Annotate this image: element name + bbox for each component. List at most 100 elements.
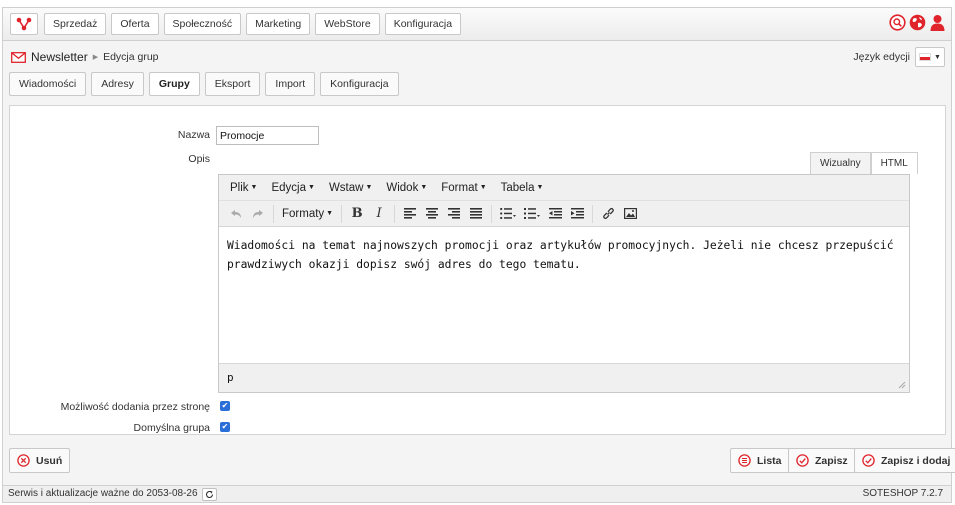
search-icon[interactable]: [889, 14, 906, 31]
indent-icon[interactable]: [566, 203, 588, 225]
save-and-add-button[interactable]: Zapisz i dodaj: [854, 448, 955, 473]
menu-widok[interactable]: Widok ▼: [380, 182, 433, 194]
undo-icon[interactable]: [225, 203, 247, 225]
align-left-icon[interactable]: [399, 203, 421, 225]
list-icon: [738, 454, 751, 467]
outdent-icon[interactable]: [544, 203, 566, 225]
rich-text-editor: Plik ▼ Edycja ▼ Wstaw ▼ Widok ▼ Format ▼ Tabe…: [218, 174, 910, 393]
menu-label: Plik: [230, 181, 249, 194]
save-button[interactable]: Zapisz: [788, 448, 856, 473]
save-label: Zapisz: [815, 454, 848, 467]
formats-label: Formaty: [282, 207, 325, 220]
section-tabs: Wiadomości Adresy Grupy Eksport Import K…: [9, 72, 399, 96]
tab-grupy[interactable]: Grupy: [148, 72, 200, 96]
globe-icon[interactable]: [909, 14, 926, 31]
menu-edycja[interactable]: Edycja ▼: [265, 182, 320, 194]
check-circle-icon: [862, 454, 875, 467]
editor-statusbar: p: [219, 363, 909, 392]
caret-down-icon: ▼: [420, 183, 428, 191]
checkmark-icon: ✔: [221, 422, 229, 431]
toolbar-separator: [491, 204, 493, 223]
caret-down-icon: ▼: [250, 183, 258, 191]
image-icon[interactable]: [619, 203, 641, 225]
menu-wstaw[interactable]: Wstaw ▼: [323, 182, 378, 194]
numbered-list-icon[interactable]: [520, 203, 544, 225]
language-selector: Język edycji ▼: [853, 47, 945, 67]
menu-label: Format: [441, 181, 478, 194]
element-path[interactable]: p: [227, 371, 234, 384]
bold-icon[interactable]: B: [346, 203, 368, 225]
caret-down-icon: ▼: [308, 183, 315, 191]
allow-subscription-checkbox[interactable]: ✔: [220, 401, 230, 411]
delete-button[interactable]: Usuń: [9, 448, 71, 473]
tab-eksport[interactable]: Eksport: [204, 72, 261, 96]
top-navigation-bar: Sprzedaż Oferta Społeczność Marketing We…: [3, 8, 951, 41]
menu-label: Widok: [386, 181, 419, 194]
tab-import[interactable]: Import: [265, 72, 316, 96]
footer-bar: Serwis i aktualizacje ważne do 2053-08-2…: [3, 485, 951, 502]
caret-down-icon: ▼: [536, 183, 544, 191]
tab-visual[interactable]: Wizualny: [810, 152, 871, 174]
toolbar-separator: [394, 204, 396, 223]
refresh-button[interactable]: [201, 488, 217, 501]
chevron-down-icon: ▼: [934, 53, 941, 61]
name-input[interactable]: [216, 126, 319, 145]
breadcrumb-module[interactable]: Newsletter: [31, 50, 88, 64]
allow-subscription-label: Możliwość dodania przez stronę: [60, 401, 210, 413]
envelope-icon: [11, 51, 26, 63]
menu-label: Edycja: [271, 181, 306, 194]
refresh-icon: [205, 490, 213, 498]
caret-down-icon: ▼: [326, 210, 334, 217]
check-circle-icon: [796, 454, 809, 467]
footer-left: Serwis i aktualizacje ważne do 2053-08-2…: [8, 486, 217, 502]
redo-icon[interactable]: [247, 203, 269, 225]
caret-down-icon: ▼: [365, 183, 373, 191]
name-label: Nazwa: [177, 129, 210, 141]
nav-webstore[interactable]: WebStore: [315, 13, 380, 35]
app-window: Sprzedaż Oferta Społeczność Marketing We…: [2, 7, 955, 503]
default-group-checkbox[interactable]: ✔: [220, 422, 230, 432]
breadcrumb: Newsletter ▶ Edycja grup: [11, 50, 159, 64]
bullet-list-icon[interactable]: [496, 203, 520, 225]
list-button[interactable]: Lista: [730, 448, 790, 473]
nav-spolecznosc[interactable]: Społeczność: [163, 13, 242, 35]
nav-oferta[interactable]: Oferta: [111, 13, 159, 35]
tab-adresy[interactable]: Adresy: [91, 72, 144, 96]
delete-label: Usuń: [36, 454, 63, 467]
menu-tabela[interactable]: Tabela ▼: [495, 182, 550, 194]
caret-down-icon: ▼: [479, 183, 487, 191]
nav-sprzedaz[interactable]: Sprzedaż: [44, 13, 107, 35]
tab-wiadomosci[interactable]: Wiadomości: [9, 72, 87, 96]
top-icons: [889, 14, 946, 31]
menu-format[interactable]: Format ▼: [435, 182, 492, 194]
align-center-icon[interactable]: [421, 203, 443, 225]
language-dropdown[interactable]: ▼: [915, 47, 945, 67]
editor-content[interactable]: Wiadomości na temat najnowszych promocji…: [219, 227, 909, 362]
poland-flag-icon: [919, 53, 932, 61]
version-label: SOTESHOP 7.2.7: [862, 488, 943, 499]
editor-toolbar: Formaty ▼ B I: [219, 201, 909, 227]
default-group-label: Domyślna grupa: [133, 422, 210, 434]
logo-icon: [16, 17, 32, 31]
toolbar-separator: [273, 204, 274, 223]
formats-dropdown[interactable]: Formaty ▼: [278, 203, 337, 225]
group-edit-form: Nazwa Opis Wizualny HTML Plik▼ Edycja▼ W…: [9, 105, 946, 435]
align-right-icon[interactable]: [443, 203, 465, 225]
editor-menubar: Plik ▼ Edycja ▼ Wstaw ▼ Widok ▼ Format ▼ Tabe…: [219, 175, 909, 201]
italic-icon[interactable]: I: [368, 203, 390, 225]
resize-handle-icon[interactable]: [897, 380, 906, 389]
user-icon[interactable]: [929, 14, 946, 31]
checkmark-icon: ✔: [221, 401, 229, 410]
tab-konfiguracja[interactable]: Konfiguracja: [320, 72, 399, 96]
nav-konfiguracja[interactable]: Konfiguracja: [384, 13, 462, 35]
logo-button[interactable]: [10, 13, 38, 35]
menu-plik[interactable]: Plik ▼: [224, 182, 263, 194]
tab-html[interactable]: HTML: [870, 152, 918, 174]
nav-marketing[interactable]: Marketing: [246, 13, 311, 35]
save-and-add-label: Zapisz i dodaj: [881, 454, 951, 467]
align-justify-icon[interactable]: [465, 203, 487, 225]
main-menu: Sprzedaż Oferta Społeczność Marketing We…: [44, 13, 462, 35]
link-icon[interactable]: [597, 203, 619, 225]
list-label: Lista: [757, 454, 782, 467]
breadcrumb-page: Edycja grup: [103, 51, 159, 63]
